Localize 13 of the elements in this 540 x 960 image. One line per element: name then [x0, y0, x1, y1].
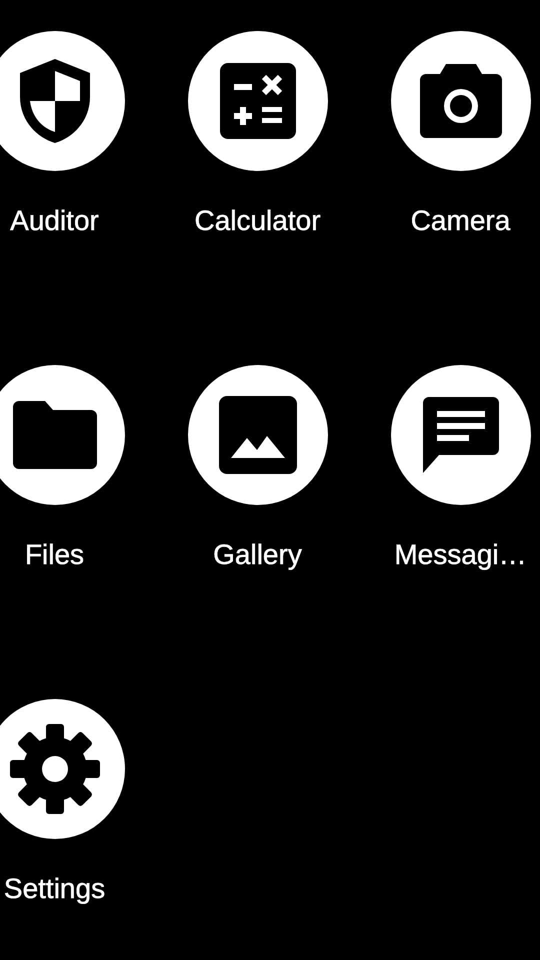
app-label: Files [24, 539, 84, 571]
camera-icon [420, 64, 502, 138]
calculator-icon [220, 63, 296, 139]
message-icon [422, 397, 498, 473]
image-icon [218, 396, 296, 474]
app-label: Gallery [213, 539, 302, 571]
app-label: Calculator [194, 205, 321, 237]
app-label: Messagi… [394, 539, 527, 571]
app-label: Auditor [10, 205, 99, 237]
gear-icon [10, 724, 100, 814]
app-label: Camera [410, 205, 510, 237]
folder-icon [12, 401, 96, 469]
app-label: Settings [4, 873, 106, 905]
